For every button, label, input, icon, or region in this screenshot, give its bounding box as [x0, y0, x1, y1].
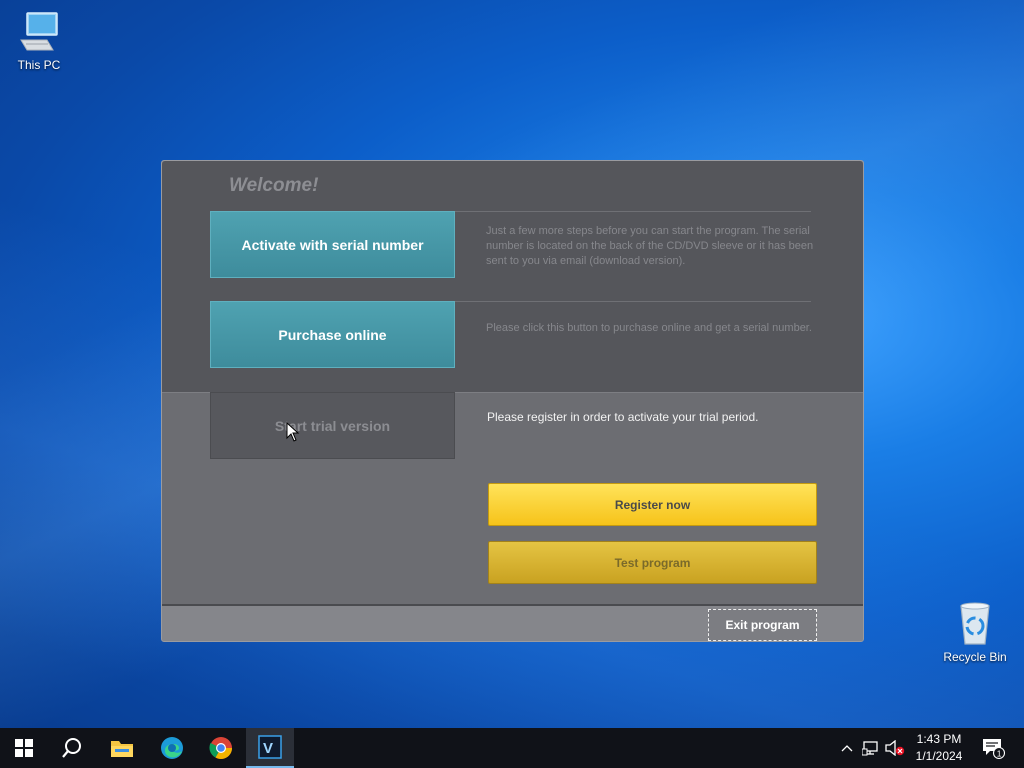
recycle-bin-icon: [960, 602, 990, 645]
purchase-description: Please click this button to purchase onl…: [486, 322, 812, 334]
clock-date: 1/1/2024: [915, 749, 963, 763]
search-button[interactable]: [48, 728, 96, 768]
dialog-lower-panel: Start trial version Please register in o…: [162, 392, 863, 606]
start-trial-button[interactable]: Start trial version: [210, 392, 455, 459]
notification-count: 1: [997, 748, 1002, 758]
computer-icon: [20, 12, 58, 51]
exit-program-button[interactable]: Exit program: [708, 609, 817, 641]
notification-icon: 1: [983, 739, 1005, 759]
edge-icon: [161, 737, 183, 759]
search-icon: [62, 738, 81, 758]
trial-description: Please register in order to activate you…: [487, 410, 759, 424]
divider: [455, 301, 811, 302]
test-program-button[interactable]: Test program: [488, 541, 817, 584]
action-center-button[interactable]: 1: [978, 728, 1008, 768]
dialog-upper-panel: Welcome! Activate with serial number Jus…: [162, 161, 863, 392]
volume-muted-icon: [885, 740, 905, 756]
tray-volume[interactable]: [884, 728, 906, 768]
purchase-online-button[interactable]: Purchase online: [210, 301, 455, 368]
taskbar-edge[interactable]: [148, 728, 196, 768]
file-explorer-icon: [111, 741, 133, 757]
activate-serial-button[interactable]: Activate with serial number: [210, 211, 455, 278]
mouse-cursor-icon: [286, 422, 300, 442]
divider: [455, 211, 811, 212]
activate-description: Just a few more steps before you can sta…: [486, 225, 814, 267]
desktop-icon-recycle-bin[interactable]: Recycle Bin: [937, 600, 1013, 664]
start-button[interactable]: [0, 728, 48, 768]
app-letter: V: [263, 740, 273, 757]
activation-dialog: Welcome! Activate with serial number Jus…: [161, 160, 864, 642]
desktop-icon-this-pc[interactable]: This PC: [1, 10, 77, 72]
start-icon: [15, 739, 33, 757]
network-icon: [862, 741, 878, 756]
chrome-icon: [209, 737, 232, 759]
taskbar-clock[interactable]: 1:43 PM 1/1/2024: [906, 731, 972, 765]
desktop-icon-label: Recycle Bin: [943, 650, 1007, 664]
tray-network[interactable]: [860, 728, 882, 768]
app-v-icon: V: [258, 735, 282, 759]
register-now-button[interactable]: Register now: [488, 483, 817, 526]
taskbar-file-explorer[interactable]: [98, 728, 146, 768]
tray-show-hidden[interactable]: [838, 728, 856, 768]
taskbar-active-app[interactable]: V: [246, 728, 294, 768]
chevron-up-icon: [841, 745, 853, 752]
taskbar-chrome[interactable]: [197, 728, 245, 768]
desktop-icon-label: This PC: [17, 58, 61, 72]
taskbar: V 1:43 PM 1/1/2024 1: [0, 728, 1024, 768]
clock-time: 1:43 PM: [916, 732, 962, 746]
welcome-title: Welcome!: [229, 175, 319, 196]
